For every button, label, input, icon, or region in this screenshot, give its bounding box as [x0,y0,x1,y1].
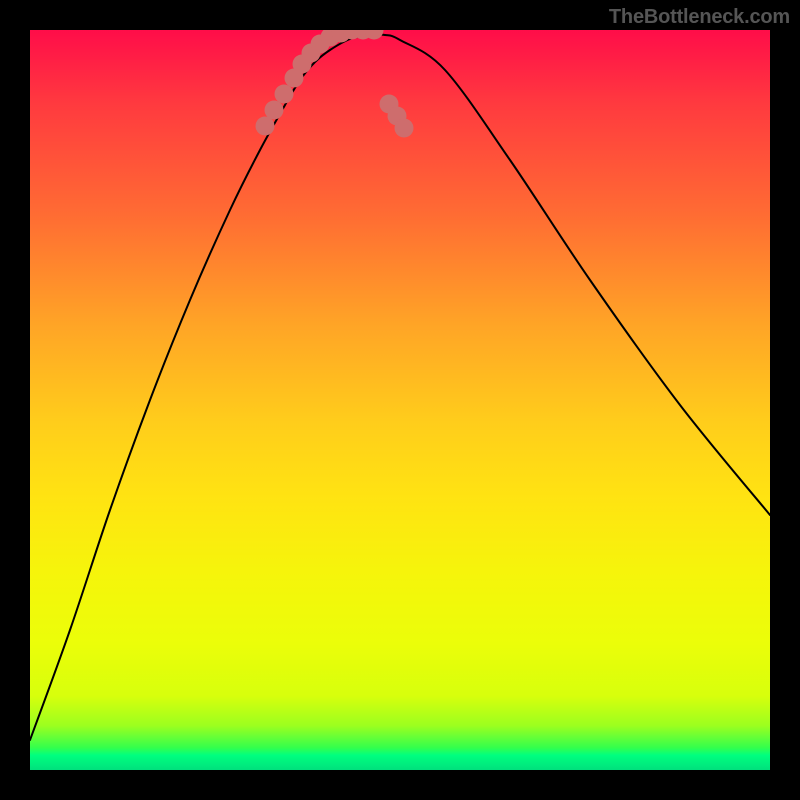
curve-marker [256,117,275,136]
curve-marker [285,69,304,88]
curve-marker [311,35,330,54]
curve-markers [256,30,414,138]
watermark-label: TheBottleneck.com [609,6,790,29]
chart-svg [30,30,770,770]
plot-area [30,30,770,770]
curve-marker [380,95,399,114]
curve-marker [343,30,362,40]
curve-marker [395,119,414,138]
chart-container: TheBottleneck.com [0,0,800,800]
curve-marker [354,30,373,40]
curve-marker [321,30,340,47]
curve-marker [332,30,351,43]
curve-path [30,34,770,740]
curve-marker [388,107,407,126]
curve-marker [275,85,294,104]
bottleneck-curve [30,34,770,740]
curve-marker [302,44,321,63]
curve-marker [293,55,312,74]
curve-marker [365,30,384,40]
curve-marker [265,101,284,120]
